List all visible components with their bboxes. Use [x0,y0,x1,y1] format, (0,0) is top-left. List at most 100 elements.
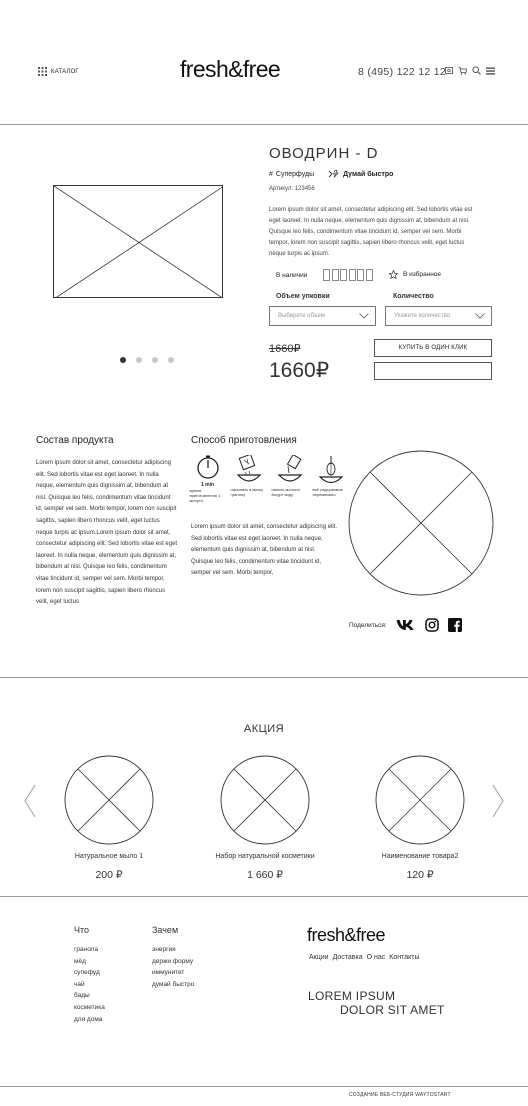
header-divider [0,124,528,125]
volume-placeholder: Выберете объем [278,313,325,319]
search-icon[interactable] [472,66,481,75]
quantity-placeholder: Укажите количество [394,313,451,319]
footer-col2-list: энергия держи форму иммунитет думай быст… [152,944,194,990]
promo-card[interactable]: Наименование товара2 120 ₽ [350,755,490,881]
tag-label: Суперфуды [275,170,315,178]
site-logo[interactable]: fresh&free [180,56,281,83]
availability-label: В наличии [276,272,308,279]
old-price: 1660₽ [269,343,301,355]
footer-col2-title: Зачем [152,925,179,935]
share-bar: Поделиться: [349,618,462,632]
promo-item-name: Набор натуральной косметики [215,853,315,860]
section-divider [0,677,528,678]
step-pour: налить молоко/йогурт воду [271,455,306,503]
star-icon [389,270,398,279]
user-icon[interactable] [445,67,453,74]
tag-superfoods[interactable]: # Суперфуды [269,170,314,178]
chevron-left-icon[interactable] [24,784,36,818]
product-image[interactable] [53,185,223,298]
bottom-divider [0,1086,528,1087]
promo-title: АКЦИЯ [243,723,285,735]
footer-link[interactable]: гранола [74,944,105,956]
menu-icon[interactable] [486,67,495,75]
promo-card[interactable]: Натуральное мыло 1 200 ₽ [39,755,179,881]
chevron-right-icon[interactable] [492,784,504,818]
promo-item-name: Натуральное мыло 1 [74,853,144,860]
product-tags: # Суперфуды Думай быстро [269,170,393,178]
step-text: налить молоко/йогурт воду [271,487,301,497]
footer-link[interactable]: мёд [74,956,105,968]
promo-image [375,755,465,845]
volume-select[interactable]: Выберете объем [269,306,376,326]
scoop-icon [236,455,261,482]
promo-image [64,755,154,845]
step-text: всё содержимое перемешать [312,487,344,497]
slider-dot[interactable] [168,357,174,363]
footer-col1-list: гранола мёд супефуд чай бады косметика д… [74,944,105,1025]
footer-link[interactable]: косметика [74,1002,105,1014]
tag-label: Думай быстро [343,170,394,178]
whisk-icon [318,456,343,484]
instagram-icon[interactable] [424,618,439,632]
promo-card[interactable]: Набор натуральной косметики 1 660 ₽ [195,755,335,881]
product-sku: Артикул: 123456 [269,186,315,192]
footer-link[interactable]: супефуд [74,967,105,979]
quantity-select[interactable]: Укажите количество [385,306,492,326]
footer-col1-title: Что [74,925,90,935]
grid-icon [38,67,47,76]
footer-link[interactable]: энергия [152,944,194,956]
product-description: Lorem ipsum dolor sit amet, consectetur … [269,207,473,257]
timer-icon [196,455,219,479]
step-text: время приготовления 1 минута [189,488,221,503]
catalog-label: КАТАЛОГ [51,68,79,75]
slider-dot[interactable] [152,357,158,363]
buy-one-click-button[interactable]: КУПИТЬ В ОДИН КЛИК [374,339,492,357]
footer-link[interactable]: бады [74,990,105,1002]
footer-nav-link[interactable]: Доставка [333,954,363,961]
pour-icon [277,455,302,482]
studio-credit[interactable]: СОЗДАНИЕ ВЕБ-СТУДИЯ WAYTOSTART [349,1092,451,1098]
product-photo-round[interactable] [348,450,494,596]
tag-think-fast[interactable]: Думай быстро [328,170,393,178]
stock-indicator [323,269,373,281]
preparation-text: Lorem ipsum dolor sit amet, consectetur … [191,524,338,577]
hash-icon: # [269,170,273,178]
step-scoop: насыпать в миску гранолу [231,455,265,503]
phone-number[interactable]: 8 (495) 122 12 12 [358,66,446,78]
catalog-button[interactable]: КАТАЛОГ [38,67,79,76]
promo-item-name: Наименование товара2 [381,853,459,860]
quantity-label: Количество [393,293,434,300]
footer-divider [0,896,528,897]
promo-item-price: 120 ₽ [406,869,434,881]
footer-link[interactable]: держи форму [152,956,194,968]
promo-image [220,755,310,845]
current-price: 1660₽ [269,359,330,382]
slider-dot[interactable] [120,357,126,363]
footer-link[interactable]: чай [74,979,105,991]
volume-label: Объем упковки [276,293,330,300]
composition-text: Lorem ipsum dolor sit amet, consectetur … [36,460,178,606]
footer-nav-link[interactable]: О нас [367,954,386,961]
chevron-down-icon [475,313,485,319]
footer-nav: Акции Доставка О нас Контакты [309,954,420,961]
composition-title: Состав продукта [36,435,114,446]
share-label: Поделиться: [349,621,387,629]
step-whisk: всё содержимое перемешать [312,455,347,503]
vk-icon[interactable] [396,619,416,631]
cart-icon[interactable] [458,66,467,75]
footer-link[interactable]: думай быстро [152,979,194,991]
facebook-icon[interactable] [447,618,462,632]
favorite-label: В избранное [403,271,442,278]
footer-slogan-line2: DOLOR SIT AMET [340,1003,445,1017]
footer-nav-link[interactable]: Контакты [389,954,419,961]
favorite-button[interactable]: В избранное [389,270,441,279]
promo-item-price: 200 ₽ [95,869,123,881]
footer-logo[interactable]: fresh&free [307,925,386,946]
add-to-cart-button[interactable] [374,362,492,380]
footer-link[interactable]: для дома [74,1014,105,1026]
footer-nav-link[interactable]: Акции [309,954,329,961]
footer-link[interactable]: иммунитет [152,967,194,979]
slider-dot[interactable] [136,357,142,363]
product-title: ОВОДРИН - D [269,145,379,162]
bolt-icon [328,170,339,178]
